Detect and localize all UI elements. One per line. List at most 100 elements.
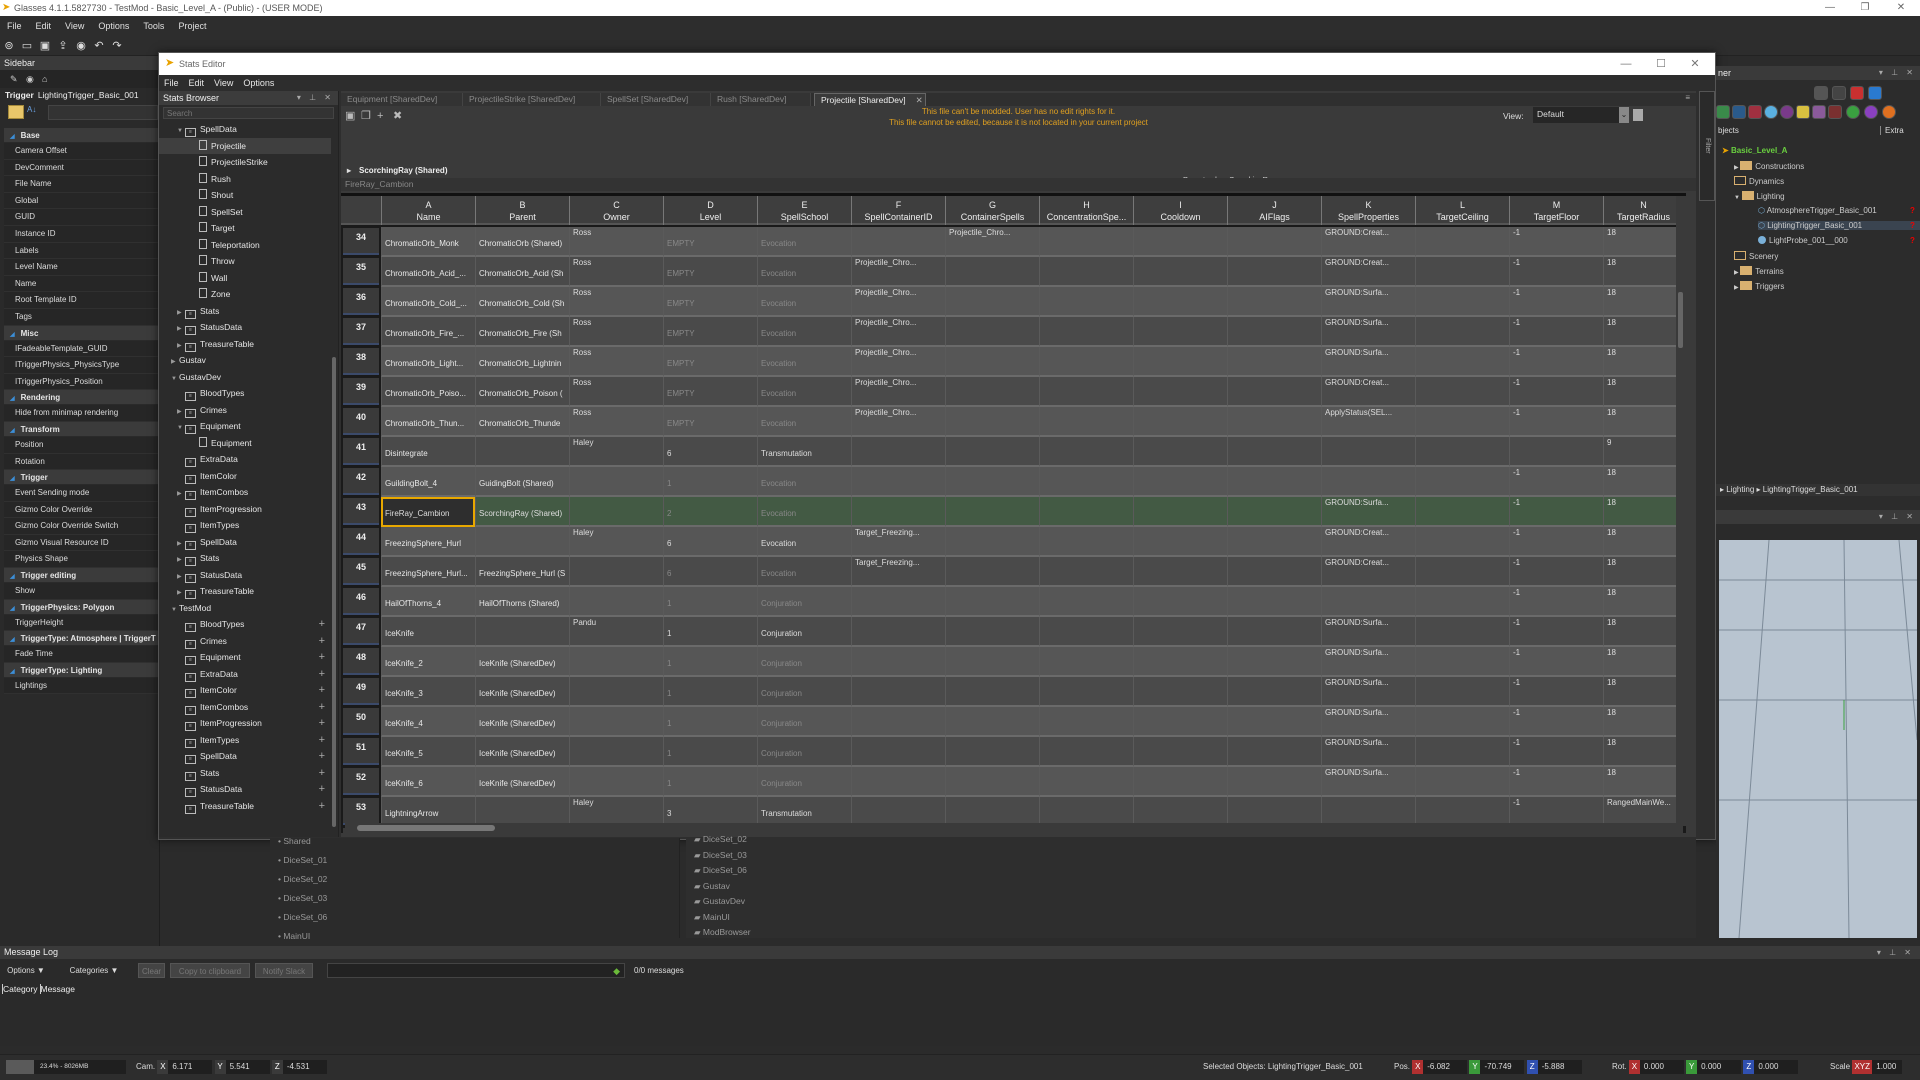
table-cell[interactable] — [475, 437, 569, 467]
menu-edit[interactable]: Edit — [29, 16, 59, 36]
property-row[interactable]: TriggerHeight — [4, 614, 159, 632]
row-number[interactable]: 49 — [343, 678, 379, 705]
table-cell[interactable] — [945, 377, 1039, 407]
table-cell[interactable]: FreezingSphere_Hurl... — [381, 557, 475, 587]
property-row[interactable]: File Name — [4, 176, 159, 193]
table-cell[interactable]: Conjuration — [757, 707, 851, 737]
add-icon[interactable]: + — [319, 666, 325, 683]
copy-to-clipboard-button[interactable]: Copy to clipboard — [170, 963, 250, 978]
table-cell[interactable]: 1 — [663, 587, 757, 617]
notify-slack-button[interactable]: Notify Slack — [255, 963, 313, 978]
panel-controls[interactable]: ▾ ⊥ ✕ — [297, 91, 334, 105]
scene-tree-item[interactable]: Dynamics — [1734, 176, 1784, 186]
table-cell[interactable] — [1415, 617, 1509, 647]
cam-y-field[interactable]: 5.541 — [225, 1060, 270, 1074]
table-cell[interactable]: ChromaticOrb_Fire_... — [381, 317, 475, 347]
property-row[interactable]: ITriggerPhysics_Position — [4, 373, 159, 391]
table-cell[interactable] — [1415, 287, 1509, 317]
tree-item[interactable]: Wall — [159, 270, 331, 287]
parent-entry-row[interactable]: ScorchingRay (Shared) — [341, 164, 1696, 178]
table-cell[interactable] — [1133, 437, 1227, 467]
table-cell[interactable]: 18 — [1603, 497, 1683, 527]
scene-tree-item[interactable]: Scenery — [1734, 251, 1778, 261]
table-cell[interactable]: IceKnife (SharedDev) — [475, 737, 569, 767]
row-number[interactable]: 44 — [343, 528, 379, 555]
table-cell[interactable]: GROUND:Surfa... — [1321, 497, 1415, 527]
table-cell[interactable]: IceKnife_2 — [381, 647, 475, 677]
tree-arrow-icon[interactable]: ▼ — [1734, 195, 1742, 201]
table-cell[interactable] — [1509, 437, 1603, 467]
add-icon[interactable]: + — [319, 765, 325, 782]
table-cell[interactable]: 18 — [1603, 557, 1683, 587]
options-dropdown[interactable]: Options ▼ — [4, 963, 48, 978]
property-category[interactable]: Trigger editing — [4, 568, 159, 584]
table-cell[interactable]: 6 — [663, 527, 757, 557]
asset-tree-item[interactable]: • DiceSet_02 — [278, 874, 327, 884]
row-number[interactable]: 39 — [343, 378, 379, 405]
tree-item[interactable]: ▼ ≡ Equipment — [159, 418, 331, 435]
table-cell[interactable]: IceKnife — [381, 617, 475, 647]
table-cell[interactable]: Projectile_Chro... — [851, 377, 945, 407]
stats-browser-search[interactable]: Search — [163, 107, 334, 119]
table-cell[interactable]: Disintegrate — [381, 437, 475, 467]
table-cell[interactable] — [1133, 377, 1227, 407]
table-cell[interactable] — [1415, 227, 1509, 257]
table-row[interactable]: 40 ChromaticOrb_Thun... ChromaticOrb_Thund… — [341, 407, 1686, 437]
table-cell[interactable] — [1227, 527, 1321, 557]
table-cell[interactable]: Target_Freezing... — [851, 527, 945, 557]
tree-item[interactable]: ≡ ItemColor — [159, 468, 331, 485]
table-cell[interactable] — [1321, 437, 1415, 467]
table-cell[interactable]: HailOfThorns (Shared) — [475, 587, 569, 617]
table-cell[interactable]: 1 — [663, 707, 757, 737]
table-cell[interactable] — [1415, 347, 1509, 377]
table-cell[interactable] — [1415, 257, 1509, 287]
check-blue-icon[interactable] — [1868, 86, 1882, 100]
table-cell[interactable]: Evocation — [757, 407, 851, 437]
table-cell[interactable]: Conjuration — [757, 647, 851, 677]
table-cell[interactable] — [1133, 557, 1227, 587]
tree-item[interactable]: ▶ ≡ StatusData — [159, 319, 331, 336]
row-number[interactable]: 38 — [343, 348, 379, 375]
row-number[interactable]: 50 — [343, 708, 379, 735]
save-view-icon[interactable] — [1633, 109, 1643, 121]
table-cell[interactable]: 18 — [1603, 617, 1683, 647]
clear-button[interactable]: Clear — [138, 963, 165, 978]
asset-tree-item[interactable]: • DiceSet_06 — [278, 912, 327, 922]
table-cell[interactable]: EMPTY — [663, 377, 757, 407]
table-cell[interactable]: Ross — [569, 257, 663, 287]
camera-icon[interactable]: ▭ — [18, 38, 36, 54]
table-cell[interactable]: ChromaticOrb_Fire (Sh — [475, 317, 569, 347]
table-cell[interactable]: 6 — [663, 437, 757, 467]
scene-tree-item[interactable]: ▼ Lighting — [1734, 191, 1785, 201]
table-cell[interactable]: Target_Freezing... — [851, 557, 945, 587]
tree-item[interactable]: ≡ ItemCombos + — [159, 699, 331, 716]
table-cell[interactable] — [945, 707, 1039, 737]
property-row[interactable]: Event Sending mode — [4, 485, 159, 502]
table-cell[interactable] — [1227, 587, 1321, 617]
table-row[interactable]: 36 ChromaticOrb_Cold_... ChromaticOrb_Cold… — [341, 287, 1686, 317]
table-cell[interactable] — [569, 497, 663, 527]
table-cell[interactable] — [1415, 677, 1509, 707]
column-header[interactable]: C Owner — [569, 196, 663, 225]
table-cell[interactable]: -1 — [1509, 317, 1603, 347]
table-cell[interactable]: 18 — [1603, 317, 1683, 347]
table-cell[interactable] — [1227, 617, 1321, 647]
filter-icon-1[interactable] — [1716, 105, 1730, 119]
property-row[interactable]: Tags — [4, 308, 159, 326]
table-cell[interactable] — [945, 557, 1039, 587]
3d-viewport[interactable] — [1719, 540, 1917, 938]
property-category[interactable]: TriggerType: Lighting — [4, 662, 159, 678]
stats-browser-scrollbar[interactable] — [331, 121, 337, 833]
crumb-object[interactable]: LightingTrigger_Basic_001 — [1763, 485, 1858, 494]
table-cell[interactable]: GROUND:Surfa... — [1321, 647, 1415, 677]
row-number[interactable]: 37 — [343, 318, 379, 345]
hidden-filter-icon[interactable] — [1832, 86, 1846, 100]
property-row[interactable]: Hide from minimap rendering — [4, 405, 159, 422]
table-cell[interactable] — [1415, 647, 1509, 677]
sort-alpha-icon[interactable]: A↓ — [27, 105, 36, 114]
table-cell[interactable]: 6 — [663, 557, 757, 587]
table-cell[interactable] — [945, 317, 1039, 347]
table-cell[interactable] — [945, 527, 1039, 557]
table-cell[interactable] — [1133, 617, 1227, 647]
property-category[interactable]: Transform — [4, 421, 159, 437]
